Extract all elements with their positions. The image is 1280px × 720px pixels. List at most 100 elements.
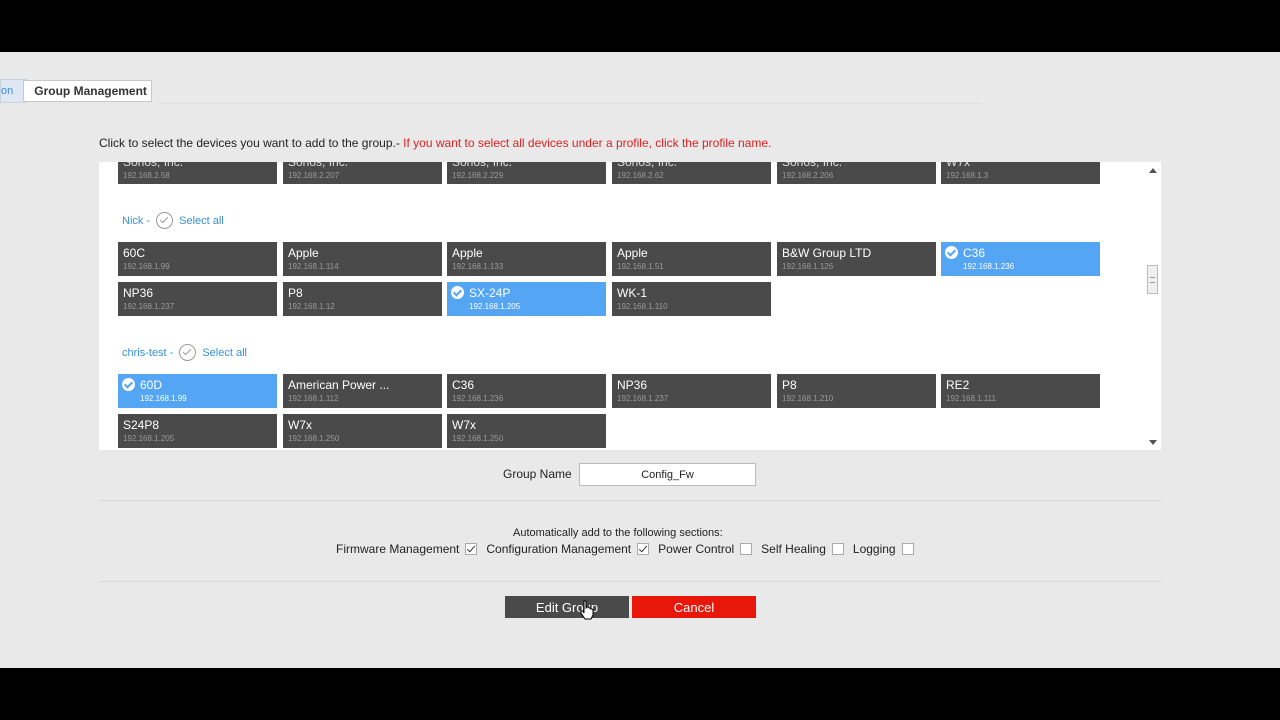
device-ip: 192.168.1.51 xyxy=(617,262,664,271)
scroll-up-arrow-icon[interactable] xyxy=(1149,168,1157,173)
divider xyxy=(99,500,1161,501)
device-ip: 192.168.1.111 xyxy=(946,394,996,403)
hand-cursor-icon xyxy=(580,600,594,620)
device-name: W7x xyxy=(288,418,312,432)
device-tile[interactable]: Sonos, Inc. 192.168.2.206 xyxy=(777,162,936,184)
device-tile[interactable]: 60D 192.168.1.99 xyxy=(118,374,277,408)
check-icon xyxy=(451,286,464,299)
device-ip: 192.168.1.237 xyxy=(617,394,669,403)
device-ip: 192.168.1.112 xyxy=(288,394,339,403)
select-all-check-icon[interactable] xyxy=(179,344,197,361)
device-tile[interactable]: C36 192.168.1.236 xyxy=(941,242,1100,276)
device-ip: 192.168.1.126 xyxy=(782,262,834,271)
section-checkbox[interactable] xyxy=(901,543,914,555)
device-tile[interactable]: Sonos, Inc. 192.168.2.229 xyxy=(447,162,606,184)
device-ip: 192.168.1.250 xyxy=(288,434,340,443)
profile-name-link[interactable]: Nick - xyxy=(122,215,150,227)
section-label: Firmware Management xyxy=(336,542,460,556)
instruction-hint: If you want to select all devices under … xyxy=(403,136,772,150)
device-tile[interactable]: NP36 192.168.1.237 xyxy=(612,374,771,408)
instruction-text: Click to select the devices you want to … xyxy=(99,136,771,150)
device-ip: 192.168.1.114 xyxy=(288,262,339,271)
device-ip: 192.168.1.236 xyxy=(452,394,504,403)
device-name: Sonos, Inc. xyxy=(782,162,843,169)
device-tile[interactable]: W7x 192.168.1.250 xyxy=(283,414,442,448)
device-tile[interactable]: P8 192.168.1.12 xyxy=(283,282,442,316)
group-name-input[interactable] xyxy=(579,463,756,486)
device-tile[interactable]: B&W Group LTD 192.168.1.126 xyxy=(777,242,936,276)
device-name: RE2 xyxy=(946,378,970,392)
device-name: Sonos, Inc. xyxy=(123,162,184,169)
device-tile[interactable]: American Power ... 192.168.1.112 xyxy=(283,374,442,408)
device-tile[interactable]: W7x 192.168.1.250 xyxy=(447,414,606,448)
device-name: 60C xyxy=(123,246,146,260)
device-tile[interactable]: SX-24P 192.168.1.205 xyxy=(447,282,606,316)
auto-add-sections: Firmware Management Configuration Managem… xyxy=(336,542,923,556)
device-name: Sonos, Inc. xyxy=(617,162,678,169)
device-name: American Power ... xyxy=(288,378,390,392)
profile-header: Nick - Select all xyxy=(122,212,224,229)
device-ip: 192.168.2.58 xyxy=(123,171,170,180)
device-name: Apple xyxy=(617,246,648,260)
device-name: Apple xyxy=(288,246,319,260)
section-label: Power Control xyxy=(658,542,735,556)
section-checkbox[interactable] xyxy=(831,543,844,555)
device-list-panel[interactable]: Sonos, Inc. 192.168.2.58 Sonos, Inc. 192.16… xyxy=(99,162,1161,450)
auto-add-title: Automatically add to the following secti… xyxy=(513,527,723,539)
device-tile[interactable]: WK-1 192.168.1.110 xyxy=(612,282,771,316)
device-name: P8 xyxy=(288,286,303,300)
check-icon xyxy=(122,378,135,391)
device-ip: 192.168.1.236 xyxy=(963,262,1015,271)
device-name: S24P8 xyxy=(123,418,160,432)
device-name: SX-24P xyxy=(469,286,511,300)
device-name: C36 xyxy=(963,246,986,260)
device-ip: 192.168.1.99 xyxy=(123,262,170,271)
device-name: 60D xyxy=(140,378,163,392)
device-tile[interactable]: Sonos, Inc. 192.168.2.207 xyxy=(283,162,442,184)
device-ip: 192.168.1.133 xyxy=(452,262,504,271)
section-label: Logging xyxy=(852,542,896,556)
device-tile[interactable]: 60C 192.168.1.99 xyxy=(118,242,277,276)
profile-name-link[interactable]: chris-test - xyxy=(122,347,173,359)
breadcrumb-divider xyxy=(156,103,982,104)
device-ip: 192.168.1.110 xyxy=(617,302,668,311)
device-ip: 192.168.1.237 xyxy=(123,302,175,311)
device-ip: 192.168.1.99 xyxy=(140,394,187,403)
device-name: WK-1 xyxy=(617,286,647,300)
device-tile[interactable]: RE2 192.168.1.111 xyxy=(941,374,1100,408)
select-all-link[interactable]: Select all xyxy=(179,215,224,227)
device-name: Sonos, Inc. xyxy=(288,162,349,169)
device-tile[interactable]: W7x 192.168.1.3 xyxy=(941,162,1100,184)
section-checkbox[interactable] xyxy=(465,543,478,555)
device-ip: 192.168.1.12 xyxy=(288,302,335,311)
profile-header: chris-test - Select all xyxy=(122,344,247,361)
select-all-check-icon[interactable] xyxy=(156,212,174,229)
section-checkbox[interactable] xyxy=(637,543,650,555)
divider xyxy=(99,581,1161,582)
scroll-thumb[interactable] xyxy=(1147,265,1158,294)
device-tile[interactable]: Apple 192.168.1.133 xyxy=(447,242,606,276)
device-name: NP36 xyxy=(123,286,154,300)
device-tile[interactable]: Sonos, Inc. 192.168.2.62 xyxy=(612,162,771,184)
device-tile[interactable]: P8 192.168.1.210 xyxy=(777,374,936,408)
device-tile[interactable]: Apple 192.168.1.51 xyxy=(612,242,771,276)
device-tile[interactable]: NP36 192.168.1.237 xyxy=(118,282,277,316)
device-tile[interactable]: C36 192.168.1.236 xyxy=(447,374,606,408)
device-ip: 192.168.2.229 xyxy=(452,171,504,180)
edit-group-button[interactable]: Edit Group xyxy=(505,596,629,618)
section-checkbox[interactable] xyxy=(740,543,753,555)
scroll-down-arrow-icon[interactable] xyxy=(1149,440,1157,445)
device-tile[interactable]: S24P8 192.168.1.205 xyxy=(118,414,277,448)
device-ip: 192.168.2.62 xyxy=(617,171,664,180)
group-management-page: on Group Management Click to select the … xyxy=(0,52,1280,668)
device-tile[interactable]: Apple 192.168.1.114 xyxy=(283,242,442,276)
device-name: B&W Group LTD xyxy=(782,246,872,260)
device-name: NP36 xyxy=(617,378,648,392)
device-list-scrollbar[interactable] xyxy=(1145,162,1161,450)
group-name-label: Group Name xyxy=(503,467,572,481)
cancel-button[interactable]: Cancel xyxy=(632,596,756,618)
select-all-link[interactable]: Select all xyxy=(202,347,247,359)
device-tile[interactable]: Sonos, Inc. 192.168.2.58 xyxy=(118,162,277,184)
device-name: Sonos, Inc. xyxy=(452,162,513,169)
instruction-main: Click to select the devices you want to … xyxy=(99,136,404,150)
